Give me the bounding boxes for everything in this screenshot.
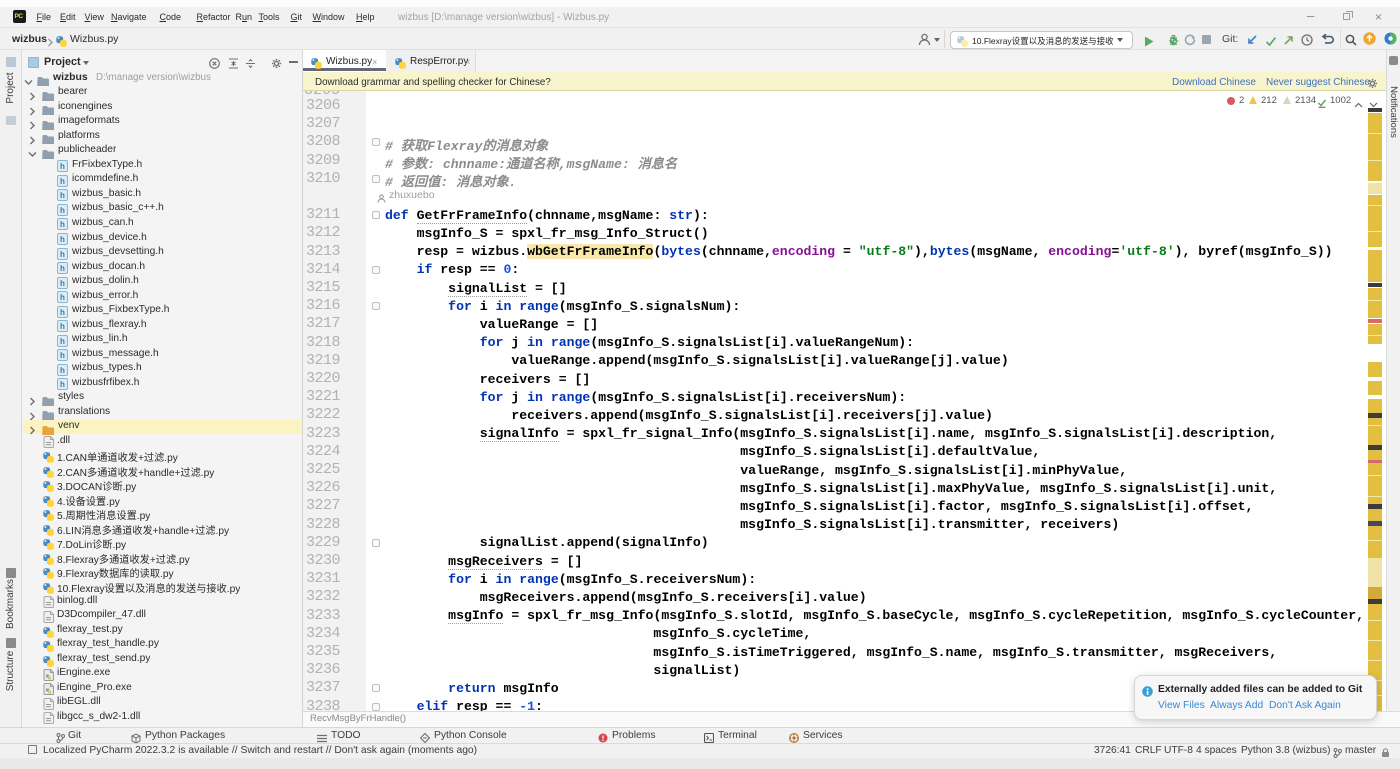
svg-text:h: h	[60, 380, 65, 389]
svg-text:h: h	[60, 206, 65, 215]
svg-text:h: h	[60, 235, 65, 244]
svg-text:h: h	[60, 308, 65, 317]
svg-text:h: h	[60, 337, 65, 346]
svg-text:h: h	[60, 250, 65, 259]
svg-text:h: h	[60, 322, 65, 331]
svg-text:h: h	[60, 162, 65, 171]
svg-text:h: h	[60, 177, 65, 186]
svg-text:h: h	[60, 293, 65, 302]
svg-text:h: h	[60, 279, 65, 288]
svg-text:h: h	[60, 351, 65, 360]
svg-text:h: h	[60, 191, 65, 200]
svg-text:h: h	[60, 220, 65, 229]
svg-text:h: h	[60, 264, 65, 273]
svg-text:h: h	[60, 366, 65, 375]
